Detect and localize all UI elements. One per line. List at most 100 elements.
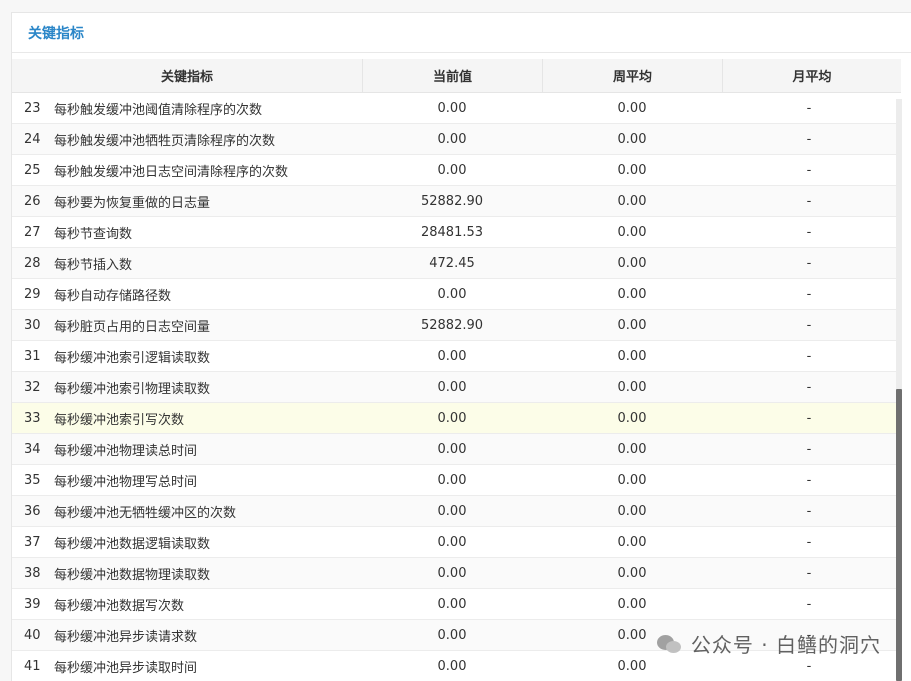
metric-name: 每秒触发缓冲池阈值清除程序的次数 xyxy=(54,102,263,118)
watermark-text: 公众号 · 白鳝的洞穴 xyxy=(690,633,881,657)
metric-name: 每秒触发缓冲池日志空间清除程序的次数 xyxy=(54,164,289,180)
table-row[interactable]: 25 每秒触发缓冲池日志空间清除程序的次数 0.00 0.00 - xyxy=(12,155,896,186)
current-value: 0.00 xyxy=(437,348,467,364)
month-average: - xyxy=(806,503,812,519)
metric-name: 每秒缓冲池索引写次数 xyxy=(54,412,185,428)
metric-name: 每秒缓冲池索引物理读取数 xyxy=(54,381,211,397)
month-average: - xyxy=(806,131,812,147)
table-body[interactable]: 23 每秒触发缓冲池阈值清除程序的次数 0.00 0.00 - 24 每秒触发缓冲池牺牲页清… xyxy=(12,93,896,681)
month-average: - xyxy=(806,534,812,550)
current-value: 0.00 xyxy=(437,410,467,426)
week-average: 0.00 xyxy=(617,162,647,178)
metric-name-cell: 28 每秒节插入数 xyxy=(12,248,362,278)
table-row[interactable]: 39 每秒缓冲池数据写次数 0.00 0.00 - xyxy=(12,589,896,620)
current-value: 0.00 xyxy=(437,441,467,457)
row-index: 25 xyxy=(24,162,41,178)
month-average: - xyxy=(806,410,812,426)
row-index: 31 xyxy=(24,348,41,364)
row-index: 39 xyxy=(24,596,41,612)
month-average: - xyxy=(806,596,812,612)
metric-name-cell: 35 每秒缓冲池物理写总时间 xyxy=(12,465,362,495)
table-row[interactable]: 28 每秒节插入数 472.45 0.00 - xyxy=(12,248,896,279)
table-row[interactable]: 33 每秒缓冲池索引写次数 0.00 0.00 - xyxy=(12,403,896,434)
table-row[interactable]: 38 每秒缓冲池数据物理读取数 0.00 0.00 - xyxy=(12,558,896,589)
metric-name-cell: 40 每秒缓冲池异步读请求数 xyxy=(12,620,362,650)
scrollbar-thumb[interactable] xyxy=(896,389,902,681)
month-average: - xyxy=(806,317,812,333)
metric-name: 每秒自动存储路径数 xyxy=(54,288,172,304)
week-average: 0.00 xyxy=(617,534,647,550)
row-index: 33 xyxy=(24,410,41,426)
current-value: 0.00 xyxy=(437,658,467,674)
week-average: 0.00 xyxy=(617,255,647,271)
current-value: 52882.90 xyxy=(420,193,484,209)
current-value: 0.00 xyxy=(437,503,467,519)
table-row[interactable]: 34 每秒缓冲池物理读总时间 0.00 0.00 - xyxy=(12,434,896,465)
row-index: 36 xyxy=(24,503,41,519)
metric-name-cell: 41 每秒缓冲池异步读取时间 xyxy=(12,651,362,681)
table-row[interactable]: 37 每秒缓冲池数据逻辑读取数 0.00 0.00 - xyxy=(12,527,896,558)
table-row[interactable]: 32 每秒缓冲池索引物理读取数 0.00 0.00 - xyxy=(12,372,896,403)
metric-name: 每秒触发缓冲池牺牲页清除程序的次数 xyxy=(54,133,276,149)
table-row[interactable]: 31 每秒缓冲池索引逻辑读取数 0.00 0.00 - xyxy=(12,341,896,372)
month-average: - xyxy=(806,348,812,364)
metric-name-cell: 30 每秒脏页占用的日志空间量 xyxy=(12,310,362,340)
metric-name: 每秒缓冲池异步读取时间 xyxy=(54,660,198,676)
watermark: 公众号 · 白鳝的洞穴 xyxy=(656,629,881,658)
row-index: 41 xyxy=(24,658,41,674)
table-row[interactable]: 36 每秒缓冲池无牺牲缓冲区的次数 0.00 0.00 - xyxy=(12,496,896,527)
week-average: 0.00 xyxy=(617,100,647,116)
month-average: - xyxy=(806,224,812,240)
row-index: 26 xyxy=(24,193,41,209)
row-index: 30 xyxy=(24,317,41,333)
metric-name-cell: 33 每秒缓冲池索引写次数 xyxy=(12,403,362,433)
month-average: - xyxy=(806,379,812,395)
metric-name: 每秒缓冲池异步读请求数 xyxy=(54,629,198,645)
current-value: 0.00 xyxy=(437,131,467,147)
metric-name: 每秒要为恢复重做的日志量 xyxy=(54,195,211,211)
metric-name: 每秒缓冲池物理写总时间 xyxy=(54,474,198,490)
metric-name-cell: 29 每秒自动存储路径数 xyxy=(12,279,362,309)
current-value: 0.00 xyxy=(437,379,467,395)
week-average: 0.00 xyxy=(617,131,647,147)
month-average: - xyxy=(806,441,812,457)
metric-name: 每秒缓冲池数据写次数 xyxy=(54,598,185,614)
week-average: 0.00 xyxy=(617,286,647,302)
vertical-scrollbar[interactable] xyxy=(896,99,902,681)
month-average: - xyxy=(806,255,812,271)
current-value: 0.00 xyxy=(437,627,467,643)
table-row[interactable]: 26 每秒要为恢复重做的日志量 52882.90 0.00 - xyxy=(12,186,896,217)
month-average: - xyxy=(806,193,812,209)
table-row[interactable]: 27 每秒节查询数 28481.53 0.00 - xyxy=(12,217,896,248)
month-average: - xyxy=(806,162,812,178)
table-row[interactable]: 35 每秒缓冲池物理写总时间 0.00 0.00 - xyxy=(12,465,896,496)
table-header: 关键指标 当前值 周平均 月平均 xyxy=(12,59,901,93)
table-row[interactable]: 24 每秒触发缓冲池牺牲页清除程序的次数 0.00 0.00 - xyxy=(12,124,896,155)
metric-name: 每秒缓冲池数据物理读取数 xyxy=(54,567,211,583)
column-header-metric[interactable]: 关键指标 xyxy=(12,59,362,92)
metric-name-cell: 26 每秒要为恢复重做的日志量 xyxy=(12,186,362,216)
metric-name-cell: 39 每秒缓冲池数据写次数 xyxy=(12,589,362,619)
row-index: 29 xyxy=(24,286,41,302)
table-row[interactable]: 30 每秒脏页占用的日志空间量 52882.90 0.00 - xyxy=(12,310,896,341)
metric-name: 每秒缓冲池无牺牲缓冲区的次数 xyxy=(54,505,237,521)
row-index: 23 xyxy=(24,100,41,116)
table-row[interactable]: 23 每秒触发缓冲池阈值清除程序的次数 0.00 0.00 - xyxy=(12,93,896,124)
month-average: - xyxy=(806,100,812,116)
row-index: 27 xyxy=(24,224,41,240)
metric-name-cell: 36 每秒缓冲池无牺牲缓冲区的次数 xyxy=(12,496,362,526)
column-header-current[interactable]: 当前值 xyxy=(362,59,542,92)
week-average: 0.00 xyxy=(617,348,647,364)
metric-name: 每秒缓冲池索引逻辑读取数 xyxy=(54,350,211,366)
metric-name-cell: 34 每秒缓冲池物理读总时间 xyxy=(12,434,362,464)
month-average: - xyxy=(806,286,812,302)
column-header-month-avg[interactable]: 月平均 xyxy=(722,59,901,92)
week-average: 0.00 xyxy=(617,472,647,488)
table-row[interactable]: 29 每秒自动存储路径数 0.00 0.00 - xyxy=(12,279,896,310)
metric-name-cell: 37 每秒缓冲池数据逻辑读取数 xyxy=(12,527,362,557)
week-average: 0.00 xyxy=(617,193,647,209)
column-header-week-avg[interactable]: 周平均 xyxy=(542,59,722,92)
metric-name-cell: 24 每秒触发缓冲池牺牲页清除程序的次数 xyxy=(12,124,362,154)
current-value: 0.00 xyxy=(437,472,467,488)
metric-name-cell: 38 每秒缓冲池数据物理读取数 xyxy=(12,558,362,588)
